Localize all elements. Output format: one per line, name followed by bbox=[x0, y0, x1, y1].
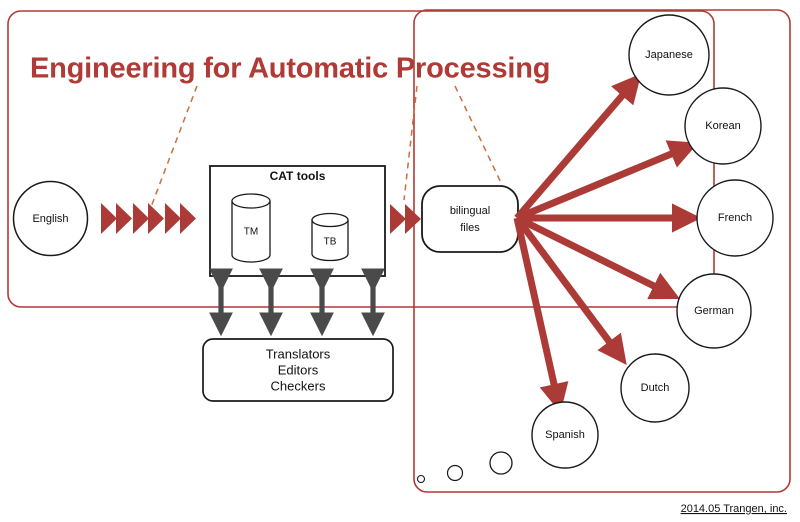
role-link-arrows bbox=[209, 268, 385, 337]
spanish-label: Spanish bbox=[545, 429, 585, 441]
bilingual-files-label-line2: files bbox=[460, 222, 480, 234]
chevron-arrows-to-cat bbox=[101, 203, 196, 234]
target-node-dutch[interactable]: Dutch bbox=[620, 353, 690, 423]
chevron-icon bbox=[180, 203, 196, 234]
cat-tools-title: CAT tools bbox=[270, 169, 326, 183]
source-node-english[interactable]: English bbox=[12, 180, 89, 257]
roles-box[interactable]: Translators Editors Checkers bbox=[202, 338, 394, 402]
tb-label: TB bbox=[324, 237, 337, 248]
dashed-connector-cat bbox=[150, 85, 198, 208]
chevron-icon bbox=[133, 203, 149, 234]
chevron-icon bbox=[101, 203, 117, 234]
small-circle-large bbox=[489, 451, 513, 475]
dashed-connector-bilingual-left bbox=[403, 85, 418, 201]
chevron-icon bbox=[165, 203, 181, 234]
english-label: English bbox=[32, 213, 68, 225]
small-circle-tiny bbox=[416, 474, 426, 484]
arrow-to-korean bbox=[515, 140, 699, 222]
chevron-icon bbox=[116, 203, 132, 234]
dutch-label: Dutch bbox=[641, 382, 670, 394]
chevron-icon bbox=[390, 204, 406, 234]
french-label: French bbox=[718, 212, 752, 224]
chevron-icon bbox=[405, 204, 421, 234]
target-node-japanese[interactable]: Japanese bbox=[628, 14, 710, 96]
bilingual-files-node[interactable]: bilingual files bbox=[421, 185, 519, 253]
korean-label: Korean bbox=[705, 120, 740, 132]
tb-cylinder-top bbox=[311, 212, 349, 228]
chevron-arrows-to-bilingual bbox=[390, 204, 421, 234]
cat-tools-box[interactable]: CAT tools TM TB bbox=[209, 165, 386, 277]
arrow-to-japanese bbox=[514, 73, 642, 221]
target-node-german[interactable]: German bbox=[676, 273, 752, 349]
target-node-korean[interactable]: Korean bbox=[684, 87, 762, 165]
cylinder-tm: TM bbox=[231, 193, 271, 263]
cylinder-tb: TB bbox=[311, 212, 349, 262]
target-node-french[interactable]: French bbox=[696, 179, 774, 257]
roles-line-checkers: Checkers bbox=[271, 378, 326, 393]
small-circle-medium bbox=[446, 464, 464, 482]
small-circles-group bbox=[416, 451, 513, 484]
diagram-canvas: Engineering for Automatic Processing Eng… bbox=[0, 0, 800, 522]
arrow-to-german bbox=[515, 214, 681, 300]
german-label: German bbox=[694, 305, 734, 317]
tm-cylinder-top bbox=[231, 193, 271, 209]
japanese-label: Japanese bbox=[645, 49, 693, 61]
diagram-svg: Engineering for Automatic Processing Eng… bbox=[7, 9, 791, 515]
chevron-icon bbox=[148, 203, 164, 234]
roles-line-editors: Editors bbox=[278, 362, 319, 377]
tm-label: TM bbox=[244, 227, 258, 238]
distribution-arrows bbox=[513, 73, 702, 413]
target-node-spanish[interactable]: Spanish bbox=[531, 401, 599, 469]
bilingual-files-shape bbox=[421, 185, 519, 253]
footer-credit: 2014.05 Trangen, inc. bbox=[681, 503, 787, 515]
bilingual-files-label-line1: bilingual bbox=[450, 205, 490, 217]
roles-line-translators: Translators bbox=[266, 346, 331, 361]
page-title: Engineering for Automatic Processing bbox=[30, 53, 550, 85]
